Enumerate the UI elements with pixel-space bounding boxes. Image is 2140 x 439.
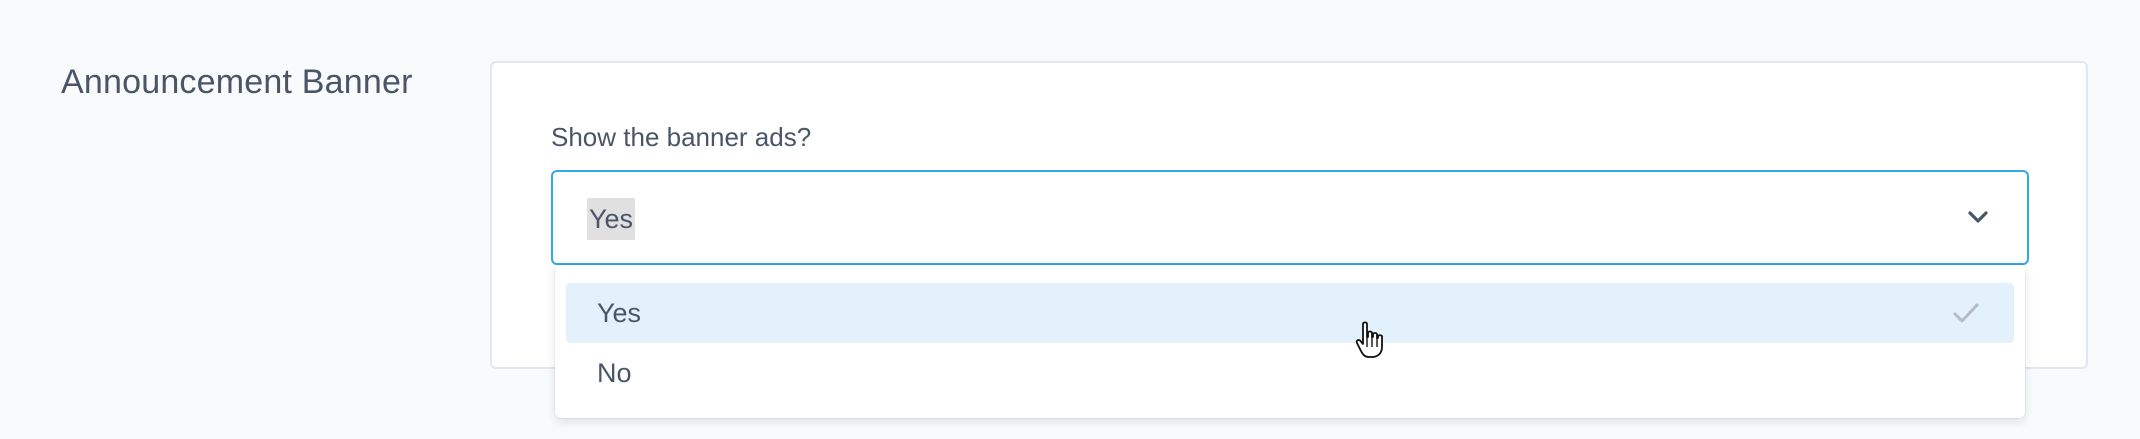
- section-title: Announcement Banner: [61, 63, 413, 101]
- check-icon: [1953, 303, 1979, 323]
- chevron-down-icon[interactable]: [1965, 204, 1991, 230]
- select-current-value: Yes: [587, 198, 636, 240]
- settings-page: Announcement Banner Show the banner ads?…: [0, 0, 2140, 439]
- banner-ads-select[interactable]: Yes: [551, 170, 2029, 265]
- dropdown-option-no[interactable]: No: [566, 343, 2014, 403]
- dropdown-option-yes[interactable]: Yes: [566, 283, 2014, 343]
- dropdown-menu: Yes No: [555, 265, 2025, 418]
- option-label: Yes: [597, 298, 642, 328]
- option-label: No: [597, 358, 632, 388]
- hand-pointer-icon: [1355, 321, 1383, 358]
- field-label: Show the banner ads?: [551, 122, 812, 152]
